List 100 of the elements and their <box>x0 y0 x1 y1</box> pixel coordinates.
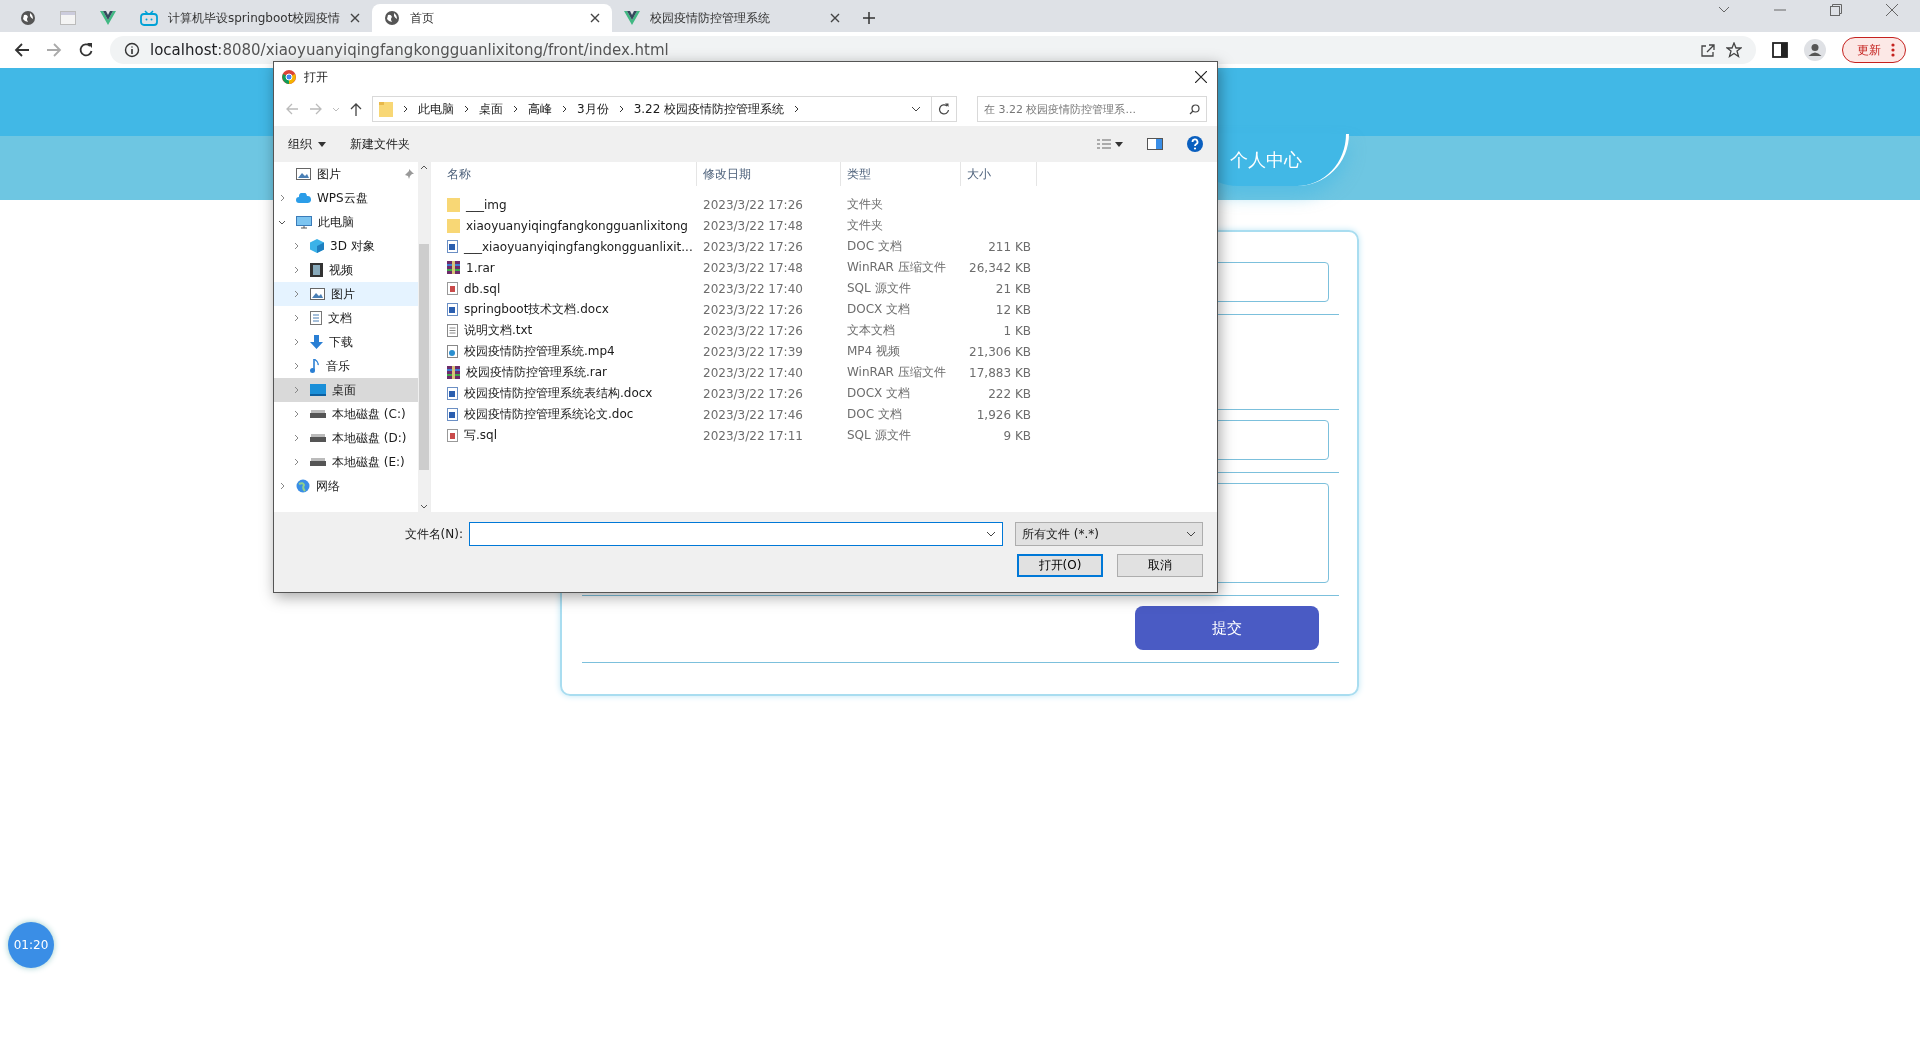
text-file-icon <box>447 324 458 337</box>
up-arrow-icon[interactable] <box>350 102 362 116</box>
restore-icon[interactable] <box>1830 4 1842 16</box>
caret-icon[interactable] <box>1718 6 1730 14</box>
breadcrumb-item[interactable]: 高峰 <box>528 100 552 118</box>
sidebar-item[interactable]: 3D 对象 <box>274 234 418 258</box>
file-date: 2023/3/22 17:11 <box>702 428 804 443</box>
sidebar-item[interactable]: WPS云盘 <box>274 186 418 210</box>
close-icon[interactable] <box>830 13 841 23</box>
share-icon[interactable] <box>1700 42 1716 58</box>
file-name[interactable]: db.sql <box>441 281 697 296</box>
sidebar-item[interactable]: 本地磁盘 (D:) <box>274 426 418 450</box>
file-name[interactable]: 1.rar <box>441 260 697 275</box>
scroll-up-icon[interactable] <box>420 165 428 170</box>
back-arrow-icon[interactable] <box>14 42 30 58</box>
chevron-right-icon[interactable] <box>293 410 299 418</box>
sidebar-item[interactable]: 音乐 <box>274 354 418 378</box>
breadcrumb-item[interactable]: 3月份 <box>577 100 609 118</box>
file-type: WinRAR 压缩文件 <box>846 364 947 381</box>
file-size: 12 KB <box>994 302 1032 317</box>
file-name[interactable]: 说明文档.txt <box>441 322 697 339</box>
star-icon[interactable] <box>1726 42 1742 58</box>
sidebar-item[interactable]: 此电脑 <box>274 210 418 234</box>
chevron-right-icon[interactable] <box>279 194 285 202</box>
file-name[interactable]: 写.sql <box>441 427 697 444</box>
browser-tab[interactable]: 首页 <box>372 4 613 32</box>
file-size: 1 KB <box>1002 323 1032 338</box>
sidebar-item[interactable]: 网络 <box>274 474 418 498</box>
sidebar-item[interactable]: 本地磁盘 (C:) <box>274 402 418 426</box>
forward-arrow-icon[interactable] <box>46 42 62 58</box>
view-options-icon[interactable] <box>1097 139 1123 149</box>
column-header[interactable]: 名称 <box>441 162 697 186</box>
sidebar-item[interactable]: 下载 <box>274 330 418 354</box>
column-header[interactable]: 修改日期 <box>697 162 841 186</box>
breadcrumb-item[interactable]: 桌面 <box>479 100 503 118</box>
sidebar-item[interactable]: 本地磁盘 (E:) <box>274 450 418 474</box>
chevron-right-icon[interactable] <box>293 266 299 274</box>
scroll-down-icon[interactable] <box>420 504 428 509</box>
open-button[interactable]: 打开(O) <box>1017 554 1103 577</box>
chevron-right-icon[interactable] <box>293 458 299 466</box>
globe-icon <box>384 10 401 26</box>
file-type: DOC 文档 <box>846 406 903 423</box>
file-name[interactable]: xiaoyuanyiqingfangkongguanlixitong <box>441 218 697 233</box>
file-name[interactable]: 校园疫情防控管理系统论文.doc <box>441 406 697 423</box>
close-icon[interactable] <box>590 13 601 23</box>
browser-tab[interactable]: 计算机毕设springboot校园疫情 <box>128 4 373 32</box>
chevron-icon <box>562 105 567 113</box>
help-icon[interactable] <box>1187 136 1203 152</box>
submit-button[interactable]: 提交 <box>1135 606 1319 650</box>
sidebar-item[interactable]: 图片 <box>274 162 418 186</box>
chevron-right-icon[interactable] <box>293 362 299 370</box>
chevron-right-icon[interactable] <box>293 434 299 442</box>
file-name[interactable]: 校园疫情防控管理系统.rar <box>441 364 697 381</box>
cancel-button[interactable]: 取消 <box>1117 554 1203 577</box>
reload-icon[interactable] <box>78 42 94 58</box>
organize-menu[interactable]: 组织 <box>288 135 326 153</box>
browser-tab[interactable]: 校园疫情防控管理系统 <box>612 4 853 32</box>
side-panel-icon[interactable] <box>1772 42 1788 58</box>
file-size: 21 KB <box>994 281 1032 296</box>
column-header[interactable]: 类型 <box>841 162 961 186</box>
chevron-right-icon[interactable] <box>279 482 285 490</box>
caret-icon[interactable] <box>911 106 921 112</box>
chevron-down-icon[interactable] <box>278 219 286 225</box>
chevron-right-icon[interactable] <box>293 386 299 394</box>
refresh-button[interactable] <box>931 96 957 122</box>
globe-icon <box>296 479 310 493</box>
file-name[interactable]: springboot技术文档.docx <box>441 301 697 318</box>
file-name[interactable]: ___xiaoyuanyiqingfangkongguanlixit... <box>441 239 697 254</box>
file-date: 2023/3/22 17:48 <box>702 260 804 275</box>
file-name[interactable]: 校园疫情防控管理系统表结构.docx <box>441 385 697 402</box>
sidebar-item[interactable]: 视频 <box>274 258 418 282</box>
file-name[interactable]: 校园疫情防控管理系统.mp4 <box>441 343 697 360</box>
search-field[interactable]: 在 3.22 校园疫情防控管理系... <box>977 96 1207 122</box>
breadcrumb-item[interactable]: 3.22 校园疫情防控管理系统 <box>633 100 785 118</box>
chevron-right-icon[interactable] <box>293 290 299 298</box>
sidebar-item[interactable]: 文档 <box>274 306 418 330</box>
page-icon <box>60 11 76 25</box>
sidebar-label: 网络 <box>316 477 340 495</box>
path-bar[interactable]: 此电脑 桌面 高峰 3月份 3.22 校园疫情防控管理系统 <box>372 96 932 122</box>
address-bar[interactable]: localhost:8080/xiaoyuanyiqingfangkongguanlixitong/front/index.html <box>110 36 1756 64</box>
filename-field[interactable] <box>469 522 1003 546</box>
new-folder-button[interactable]: 新建文件夹 <box>350 135 410 153</box>
update-button[interactable]: 更新 <box>1842 37 1906 63</box>
close-icon[interactable] <box>1195 71 1207 83</box>
profile-icon[interactable] <box>1804 39 1826 61</box>
new-tab-icon[interactable] <box>862 11 877 25</box>
file-name[interactable]: ___img <box>441 197 697 212</box>
chevron-right-icon[interactable] <box>293 314 299 322</box>
column-header[interactable]: 大小 <box>961 162 1037 186</box>
info-icon <box>124 42 140 58</box>
download-arrow-icon <box>310 335 323 349</box>
sidebar-item[interactable]: 桌面 <box>274 378 418 402</box>
close-icon[interactable] <box>350 13 361 23</box>
file-type-dropdown[interactable]: 所有文件 (*.*) <box>1015 522 1203 546</box>
sidebar-item[interactable]: 图片 <box>274 282 418 306</box>
breadcrumb-item[interactable]: 此电脑 <box>418 100 454 118</box>
file-type: SQL 源文件 <box>846 280 912 297</box>
preview-pane-icon[interactable] <box>1147 138 1163 150</box>
chevron-right-icon[interactable] <box>293 242 299 250</box>
chevron-right-icon[interactable] <box>293 338 299 346</box>
